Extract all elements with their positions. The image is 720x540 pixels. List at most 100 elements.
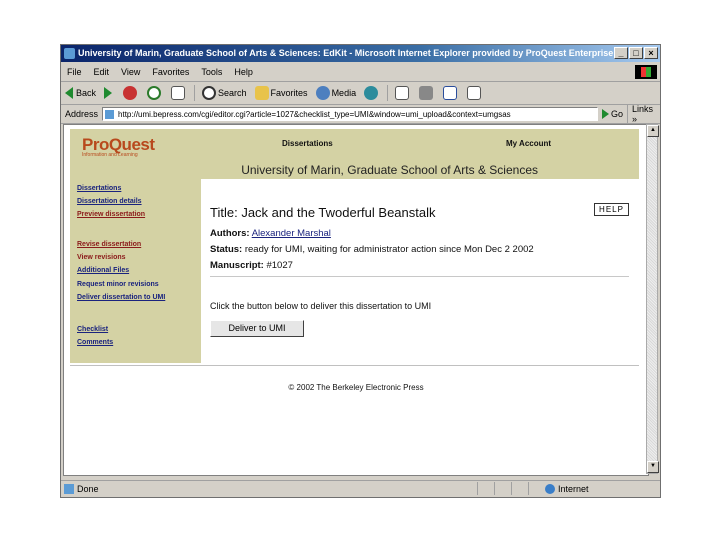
address-url: http://umi.bepress.com/cgi/editor.cgi?ar… [118, 110, 511, 119]
sidebar-item-deliver[interactable]: Deliver dissertation to UMI [77, 294, 165, 301]
deliver-instructions: Click the button below to deliver this d… [210, 301, 432, 311]
internet-globe-icon [545, 484, 555, 494]
edit-page-icon [467, 86, 482, 100]
go-label: Go [611, 109, 624, 119]
title-bar: University of Marin, Graduate School of … [61, 45, 660, 62]
mail-icon [395, 86, 410, 100]
close-button[interactable]: × [644, 47, 658, 59]
sidebar-item-request-revisions[interactable]: Request minor revisions [77, 281, 159, 288]
menu-help[interactable]: Help [228, 63, 259, 81]
sidebar-item-revise[interactable]: Revise dissertation [77, 241, 141, 248]
menu-file[interactable]: File [61, 63, 88, 81]
go-button[interactable]: Go [598, 109, 627, 119]
status-panels [477, 482, 545, 495]
sidebar-item-preview[interactable]: Preview dissertation [77, 211, 145, 218]
search-button[interactable]: Search [198, 83, 251, 103]
scroll-up-button[interactable]: ▲ [647, 125, 659, 137]
menu-view[interactable]: View [115, 63, 146, 81]
forward-button[interactable] [100, 83, 119, 103]
manuscript-row: Manuscript: #1027 [210, 260, 293, 271]
ie-icon [64, 48, 75, 59]
window-title: University of Marin, Graduate School of … [78, 48, 618, 58]
status-panel [494, 482, 511, 495]
university-heading: University of Marin, Graduate School of … [70, 161, 639, 179]
history-icon [364, 86, 379, 100]
print-button[interactable] [415, 83, 439, 103]
footer-divider [70, 365, 639, 366]
stop-button[interactable] [119, 83, 143, 103]
page-content: ProQuest Information and Learning Disser… [63, 124, 649, 476]
deliver-to-umi-button[interactable]: Deliver to UMI [210, 320, 304, 337]
address-bar: Address http://umi.bepress.com/cgi/edito… [61, 104, 660, 124]
home-icon [171, 86, 186, 100]
window-controls: _ □ × [614, 47, 658, 59]
manuscript-label: Manuscript: [210, 260, 264, 271]
page-icon [105, 110, 115, 119]
links-button[interactable]: Links » [627, 104, 660, 124]
search-label: Search [218, 88, 247, 98]
sidebar-item-dissertations[interactable]: Dissertations [77, 185, 121, 192]
refresh-button[interactable] [143, 83, 167, 103]
logo-tagline: Information and Learning [82, 152, 138, 158]
search-icon [202, 86, 217, 100]
edit-button[interactable] [463, 83, 487, 103]
sidebar-item-checklist[interactable]: Checklist [77, 326, 108, 333]
menu-favorites[interactable]: Favorites [146, 63, 195, 81]
favorites-icon [254, 86, 269, 100]
status-value: ready for UMI, waiting for administrator… [244, 244, 534, 255]
dissertation-title: Title: Jack and the Twoderful Beanstalk [210, 205, 435, 220]
author-link[interactable]: Alexander Marshal [252, 228, 331, 239]
browser-window: University of Marin, Graduate School of … [60, 44, 661, 498]
word-icon [443, 86, 458, 100]
windows-logo-icon [641, 67, 651, 77]
address-input[interactable]: http://umi.bepress.com/cgi/editor.cgi?ar… [102, 107, 599, 121]
menu-tools[interactable]: Tools [195, 63, 228, 81]
stop-icon [123, 86, 138, 100]
windows-logo-throbber [635, 65, 657, 79]
nav-my-account[interactable]: My Account [506, 139, 551, 148]
authors-row: Authors: Alexander Marshal [210, 228, 331, 239]
favorites-label: Favorites [270, 88, 308, 98]
history-button[interactable] [360, 83, 384, 103]
help-button[interactable]: HELP [594, 203, 629, 216]
print-icon [419, 86, 434, 100]
maximize-button[interactable]: □ [629, 47, 643, 59]
zone-text: Internet [558, 484, 589, 494]
status-left: Done [61, 481, 99, 497]
scroll-down-button[interactable]: ▼ [647, 461, 659, 473]
word-button[interactable] [439, 83, 463, 103]
toolbar-separator [194, 85, 196, 101]
media-button[interactable]: Media [312, 83, 361, 103]
toolbar: Back Search Favorites Media [61, 82, 660, 105]
nav-dissertations[interactable]: Dissertations [282, 139, 333, 148]
security-zone: Internet [545, 481, 589, 497]
minimize-button[interactable]: _ [614, 47, 628, 59]
favorites-button[interactable]: Favorites [251, 83, 312, 103]
status-panel [477, 482, 494, 495]
back-label: Back [76, 88, 97, 98]
forward-arrow-icon [104, 87, 113, 99]
home-button[interactable] [167, 83, 191, 103]
menu-edit[interactable]: Edit [88, 63, 116, 81]
sidebar-item-view-revisions[interactable]: View revisions [77, 254, 126, 261]
mail-button[interactable] [391, 83, 415, 103]
manuscript-value: #1027 [266, 260, 293, 271]
media-icon [315, 86, 330, 100]
status-bar: Done Internet [61, 480, 660, 497]
vertical-scrollbar[interactable]: ▲ ▼ [646, 124, 659, 474]
sidebar-item-dissertation-details[interactable]: Dissertation details [77, 198, 142, 205]
status-text: Done [77, 484, 99, 494]
status-label: Status: [210, 244, 243, 255]
go-arrow-icon [602, 109, 610, 119]
sidebar: Dissertations Dissertation details Previ… [70, 179, 201, 363]
refresh-icon [147, 86, 162, 100]
back-button[interactable]: Back [61, 83, 100, 103]
divider [210, 276, 629, 277]
toolbar-separator [387, 85, 389, 101]
copyright-footer: © 2002 The Berkeley Electronic Press [288, 383, 424, 392]
sidebar-item-comments[interactable]: Comments [77, 339, 113, 346]
sidebar-item-additional-files[interactable]: Additional Files [77, 267, 129, 274]
title-value: Jack and the Twoderful Beanstalk [241, 205, 436, 220]
authors-label: Authors: [210, 228, 250, 239]
menu-bar: File Edit View Favorites Tools Help [61, 63, 660, 82]
